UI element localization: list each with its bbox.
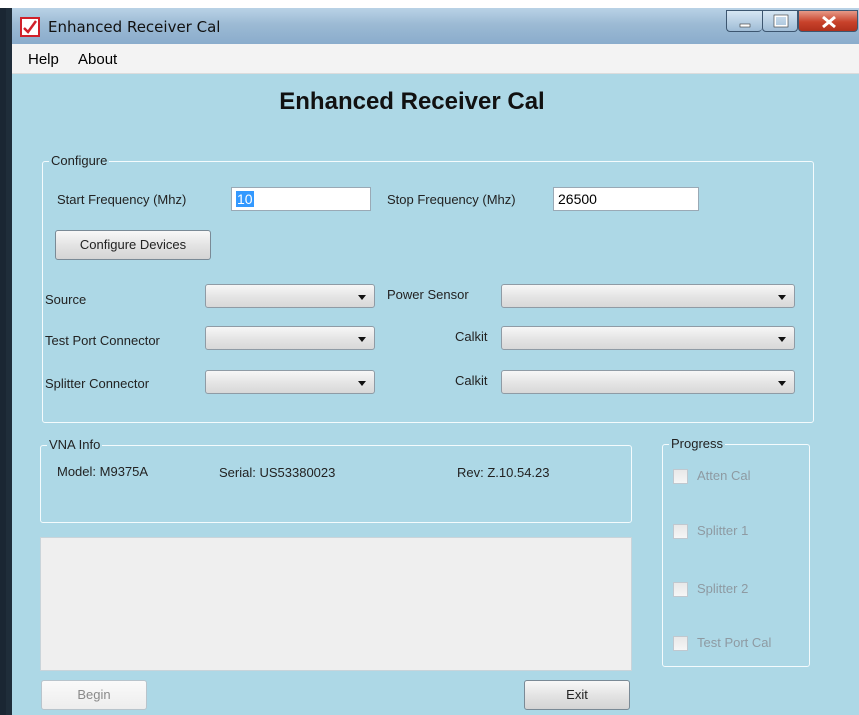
close-icon: [822, 15, 836, 29]
vna-model: Model: M9375A: [57, 464, 149, 479]
calkit-label-2: Calkit: [455, 373, 488, 388]
splitter-connector-label: Splitter Connector: [45, 376, 150, 391]
exit-button[interactable]: Exit: [524, 680, 630, 710]
chevron-down-icon: [358, 381, 366, 386]
checkbox-box[interactable]: [673, 582, 688, 597]
configure-group-title: Configure: [49, 153, 110, 168]
splitter-2-label: Splitter 2: [697, 581, 749, 596]
start-frequency-label: Start Frequency (Mhz): [57, 192, 187, 207]
close-button[interactable]: [798, 10, 858, 32]
minimize-icon: [739, 23, 751, 28]
power-sensor-dropdown[interactable]: [501, 284, 795, 308]
calkit-dropdown-1[interactable]: [501, 326, 795, 350]
splitter-connector-dropdown[interactable]: [205, 370, 375, 394]
start-frequency-input[interactable]: 10: [231, 187, 371, 211]
chevron-down-icon: [358, 337, 366, 342]
stop-frequency-input[interactable]: 26500: [553, 187, 699, 211]
progress-group: Progress Atten Cal Splitter 1 Splitter 2…: [662, 436, 810, 667]
test-port-connector-dropdown[interactable]: [205, 326, 375, 350]
power-sensor-label: Power Sensor: [387, 287, 469, 302]
app-logo-icon: [20, 17, 40, 37]
vna-info-group: VNA Info Model: M9375A Serial: US5338002…: [40, 437, 632, 523]
configure-devices-button[interactable]: Configure Devices: [55, 230, 211, 260]
maximize-icon: [773, 14, 789, 28]
calkit-label-1: Calkit: [455, 329, 488, 344]
app-window: Enhanced Receiver Cal Help About Enhance…: [0, 8, 859, 715]
vna-serial: Serial: US53380023: [219, 465, 336, 480]
menu-about[interactable]: About: [78, 51, 117, 68]
source-dropdown[interactable]: [205, 284, 375, 308]
stop-frequency-label: Stop Frequency (Mhz): [387, 192, 516, 207]
checkbox-box[interactable]: [673, 469, 688, 484]
atten-cal-label: Atten Cal: [697, 468, 751, 483]
progress-group-title: Progress: [669, 436, 726, 451]
page-title: Enhanced Receiver Cal: [279, 88, 545, 115]
maximize-button[interactable]: [762, 10, 798, 32]
checkbox-box[interactable]: [673, 636, 688, 651]
chevron-down-icon: [358, 295, 366, 300]
window-title: Enhanced Receiver Cal: [48, 18, 221, 36]
splitter-1-label: Splitter 1: [697, 523, 749, 538]
menu-bar: Help About: [12, 44, 859, 74]
title-bar[interactable]: Enhanced Receiver Cal: [12, 8, 859, 44]
vna-info-group-title: VNA Info: [47, 437, 103, 452]
configure-group: Configure Start Frequency (Mhz) 10 Stop …: [42, 153, 814, 423]
source-label: Source: [45, 292, 87, 307]
client-area: Enhanced Receiver Cal Configure Start Fr…: [12, 74, 859, 715]
chevron-down-icon: [778, 381, 786, 386]
vna-revision: Rev: Z.10.54.23: [457, 465, 550, 480]
begin-button[interactable]: Begin: [41, 680, 147, 710]
calkit-dropdown-2[interactable]: [501, 370, 795, 394]
test-port-cal-label: Test Port Cal: [697, 635, 772, 650]
chevron-down-icon: [778, 337, 786, 342]
test-port-connector-label: Test Port Connector: [45, 333, 160, 348]
checkbox-box[interactable]: [673, 524, 688, 539]
output-log[interactable]: [40, 537, 632, 671]
chevron-down-icon: [778, 295, 786, 300]
menu-help[interactable]: Help: [28, 51, 59, 68]
minimize-button[interactable]: [726, 10, 762, 32]
